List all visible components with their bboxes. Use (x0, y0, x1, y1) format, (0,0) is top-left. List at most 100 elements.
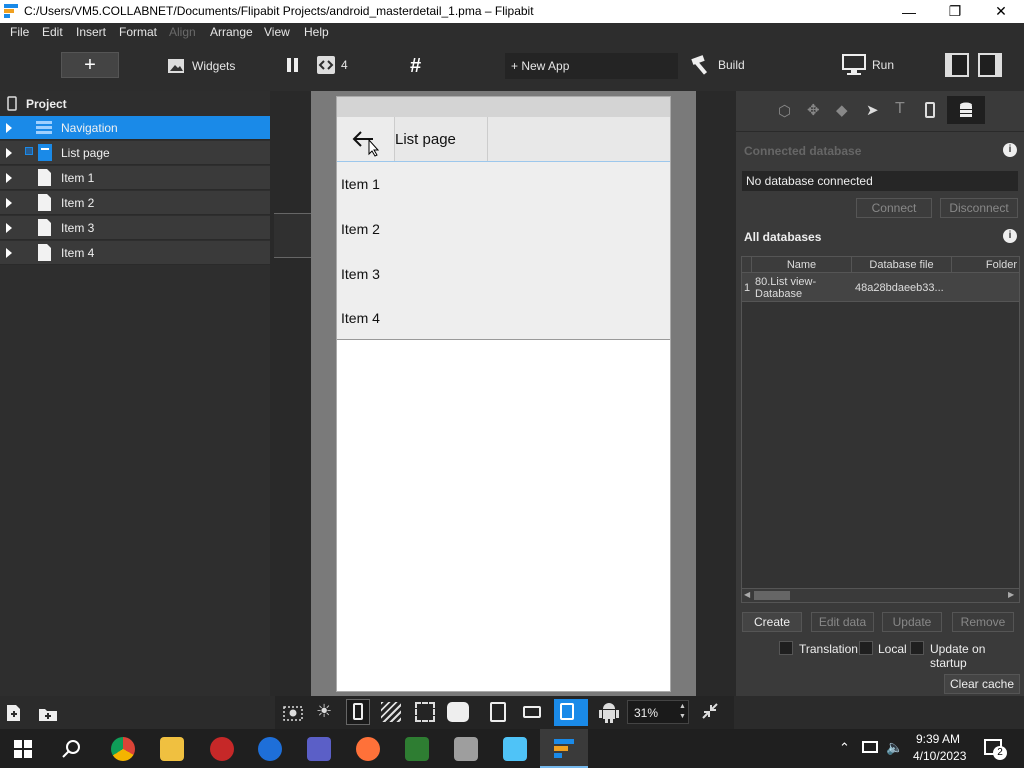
database-tab[interactable] (947, 96, 985, 124)
phone-view-button[interactable] (346, 699, 370, 725)
expand-arrow-icon[interactable] (6, 223, 12, 233)
add-button[interactable]: + (61, 52, 119, 78)
tray-chevron-icon[interactable]: ⌃ (839, 740, 850, 756)
app-c-icon[interactable] (258, 737, 282, 761)
clock-date[interactable]: 4/10/2023 (913, 749, 966, 763)
tree-item-navigation[interactable]: Navigation (0, 116, 270, 140)
zoom-down-icon[interactable]: ▼ (679, 713, 686, 720)
expand-arrow-icon[interactable] (6, 248, 12, 258)
app-red-icon[interactable] (210, 737, 234, 761)
disconnect-button[interactable]: Disconnect (940, 198, 1018, 218)
info-icon[interactable]: i (1003, 143, 1017, 157)
back-button[interactable] (337, 117, 395, 161)
tree-item-item-1[interactable]: Item 1 (0, 166, 270, 190)
app-p-icon[interactable] (307, 737, 331, 761)
expand-arrow-icon[interactable] (6, 123, 12, 133)
selection-icon[interactable] (415, 702, 435, 722)
list-item[interactable]: Item 1 (341, 176, 380, 192)
menu-align[interactable]: Align (169, 25, 196, 39)
pause-button[interactable] (286, 57, 300, 73)
expand-arrow-icon[interactable] (6, 198, 12, 208)
pointer-icon[interactable]: ➤ (866, 101, 879, 119)
menu-view[interactable]: View (264, 25, 290, 39)
hatch-icon[interactable] (381, 702, 401, 722)
app-box-icon[interactable] (454, 737, 478, 761)
firefox-icon[interactable] (356, 737, 380, 761)
landscape-icon[interactable] (523, 706, 541, 718)
app-window-icon[interactable] (503, 737, 527, 761)
build-button[interactable]: Build (690, 55, 745, 75)
list-view[interactable]: Item 1 Item 2 Item 3 Item 4 (337, 162, 670, 340)
minimize-button[interactable]: — (886, 0, 932, 23)
network-icon[interactable] (862, 741, 878, 753)
code-button[interactable]: 4 (317, 56, 348, 74)
calculator-icon[interactable] (405, 737, 429, 761)
device-icon[interactable] (925, 102, 935, 118)
edit-data-button[interactable]: Edit data (811, 612, 874, 632)
expand-arrow-icon[interactable] (6, 173, 12, 183)
right-panel-toggle[interactable] (978, 53, 1002, 77)
list-item[interactable]: Item 3 (341, 266, 380, 282)
screenshot-icon[interactable] (283, 703, 303, 721)
file-explorer-icon[interactable] (160, 737, 184, 761)
new-folder-icon[interactable] (39, 707, 57, 721)
column-header-name[interactable]: Name (752, 259, 851, 271)
clear-cache-button[interactable]: Clear cache (944, 674, 1020, 694)
column-header-folder[interactable]: Folder (952, 259, 1019, 271)
horizontal-scrollbar[interactable]: ◀ ▶ (742, 588, 1019, 602)
menu-arrange[interactable]: Arrange (210, 25, 253, 39)
magnet-icon[interactable] (447, 702, 469, 722)
update-button[interactable]: Update (882, 612, 942, 632)
move-icon[interactable]: ✥ (807, 101, 820, 119)
info-icon[interactable]: i (1003, 229, 1017, 243)
multi-device-button[interactable] (554, 699, 588, 726)
expand-arrow-icon[interactable] (6, 148, 12, 158)
chrome-icon[interactable] (111, 737, 135, 761)
menu-file[interactable]: File (10, 25, 29, 39)
create-button[interactable]: Create (742, 612, 802, 632)
tree-item-item-4[interactable]: Item 4 (0, 241, 270, 265)
column-header-file[interactable]: Database file (852, 259, 951, 271)
tree-item-item-2[interactable]: Item 2 (0, 191, 270, 215)
search-icon[interactable] (62, 739, 82, 759)
new-app-button[interactable]: + New App (505, 53, 678, 79)
portrait-icon[interactable] (490, 702, 506, 722)
canvas-side-tab[interactable] (274, 213, 311, 258)
databases-table[interactable]: Name Database file Folder 1 80.List view… (741, 256, 1020, 603)
run-button[interactable]: Run (842, 54, 894, 76)
volume-icon[interactable]: 🔈 (886, 739, 903, 756)
new-page-icon[interactable] (7, 705, 21, 722)
left-panel-toggle[interactable] (945, 53, 969, 77)
maximize-button[interactable]: ❐ (932, 0, 978, 23)
local-checkbox[interactable] (859, 641, 873, 655)
list-item[interactable]: Item 4 (341, 310, 380, 326)
zoom-up-icon[interactable]: ▲ (679, 703, 686, 710)
connect-button[interactable]: Connect (856, 198, 932, 218)
table-row[interactable]: 1 80.List view-Database 48a28bdaeeb33... (742, 273, 1019, 302)
tree-item-item-3[interactable]: Item 3 (0, 216, 270, 240)
menu-help[interactable]: Help (304, 25, 329, 39)
close-button[interactable]: ✕ (978, 0, 1024, 23)
scrollbar-thumb[interactable] (754, 591, 790, 600)
menu-edit[interactable]: Edit (42, 25, 63, 39)
menu-format[interactable]: Format (119, 25, 157, 39)
list-item[interactable]: Item 2 (341, 221, 380, 237)
scroll-right-icon[interactable]: ▶ (1008, 590, 1014, 599)
tree-item-list-page[interactable]: List page (0, 141, 270, 165)
windows-start-icon[interactable] (14, 740, 32, 758)
paint-bucket-icon[interactable]: ◆ (836, 101, 848, 119)
flipabit-taskbar-button[interactable] (540, 729, 588, 768)
zoom-spinbox[interactable]: 31% ▲ ▼ (627, 700, 689, 724)
menu-insert[interactable]: Insert (76, 25, 106, 39)
design-canvas[interactable]: List page Item 1 Item 2 Item 3 Item 4 (270, 91, 736, 696)
update-on-startup-checkbox[interactable] (910, 641, 924, 655)
grid-hash-icon[interactable]: # (410, 55, 421, 78)
remove-button[interactable]: Remove (952, 612, 1014, 632)
translation-checkbox[interactable] (779, 641, 793, 655)
scroll-left-icon[interactable]: ◀ (744, 590, 750, 599)
cube-icon[interactable]: ⬡ (778, 102, 791, 120)
android-icon[interactable] (599, 701, 619, 723)
collapse-icon[interactable] (701, 702, 719, 720)
phone-screen[interactable]: List page Item 1 Item 2 Item 3 Item 4 (336, 96, 671, 692)
brightness-icon[interactable]: ☀ (316, 701, 332, 722)
